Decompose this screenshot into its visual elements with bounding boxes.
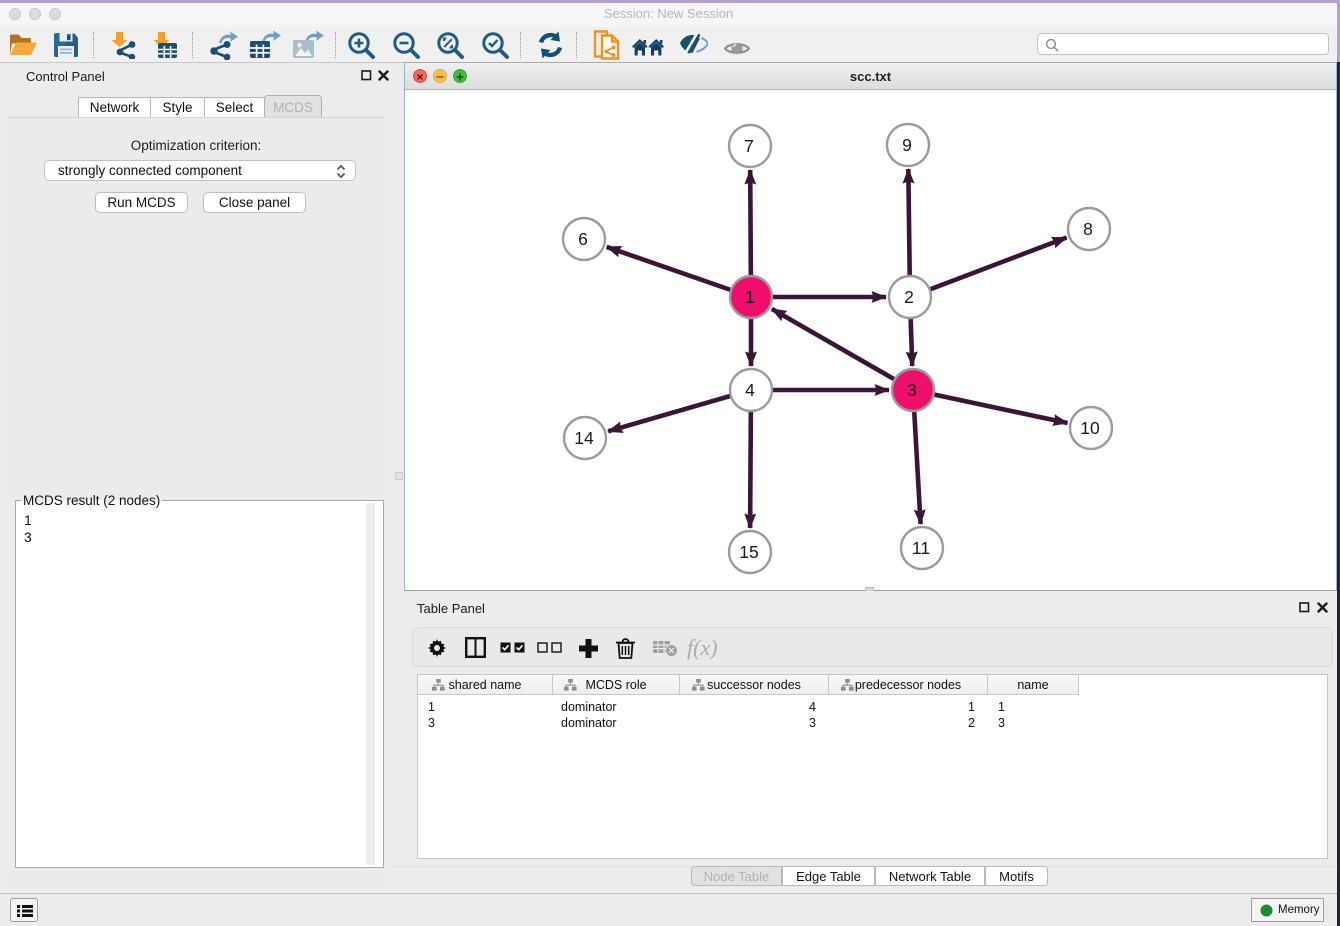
svg-text:4: 4 xyxy=(745,380,755,400)
svg-text:11: 11 xyxy=(912,538,930,558)
svg-text:1: 1 xyxy=(745,287,755,307)
svg-text:7: 7 xyxy=(744,136,754,156)
svg-text:3: 3 xyxy=(907,380,917,400)
svg-text:14: 14 xyxy=(574,428,594,448)
svg-text:15: 15 xyxy=(739,542,758,562)
svg-text:2: 2 xyxy=(904,287,914,307)
svg-text:9: 9 xyxy=(902,135,912,155)
svg-text:6: 6 xyxy=(578,229,588,249)
svg-text:10: 10 xyxy=(1080,418,1100,438)
svg-text:8: 8 xyxy=(1083,219,1093,239)
